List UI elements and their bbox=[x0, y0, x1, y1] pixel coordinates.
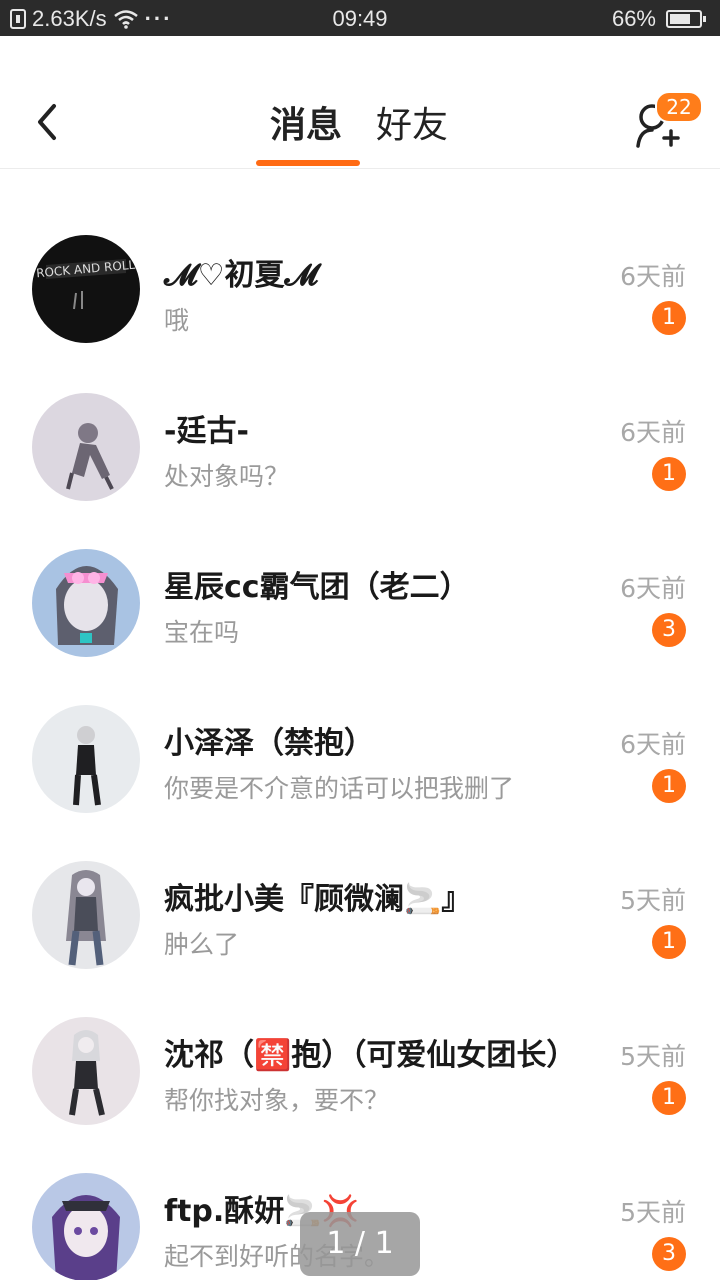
friend-request-badge: 22 bbox=[655, 91, 703, 123]
message-preview: 你要是不介意的话可以把我删了 bbox=[164, 774, 515, 803]
message-preview: 宝在吗 bbox=[164, 618, 240, 647]
contact-name: 疯批小美『顾微澜🚬』 bbox=[164, 882, 472, 917]
avatar bbox=[32, 705, 140, 813]
list-item[interactable]: ROCK AND ROLL 𝓜♡初夏𝓜 哦 6天前 1 bbox=[0, 205, 720, 361]
message-preview: 处对象吗？ bbox=[164, 462, 290, 491]
app-header: 消息 好友 22 bbox=[0, 36, 720, 169]
avatar: ROCK AND ROLL bbox=[32, 235, 140, 343]
list-item[interactable]: -廷古- 处对象吗？ 6天前 1 bbox=[0, 361, 720, 517]
status-bar: 2.63K/s ··· 09:49 66% bbox=[0, 0, 720, 36]
message-time: 6天前 bbox=[620, 574, 686, 603]
list-item[interactable]: 星辰cc霸气团（老二） 宝在吗 6天前 3 bbox=[0, 517, 720, 673]
active-tab-indicator bbox=[256, 160, 360, 166]
message-time: 5天前 bbox=[620, 886, 686, 915]
page-indicator: 1 / 1 bbox=[300, 1212, 420, 1276]
contact-name: 𝓜♡初夏𝓜 bbox=[164, 258, 319, 293]
contact-name: 沈祁（🈲抱）（可爱仙女团长） bbox=[164, 1038, 577, 1073]
avatar bbox=[32, 1017, 140, 1125]
unread-count-badge: 3 bbox=[652, 1237, 686, 1271]
unread-count-badge: 1 bbox=[652, 301, 686, 335]
tab-friends[interactable]: 好友 bbox=[376, 96, 448, 148]
unread-count-badge: 1 bbox=[652, 1081, 686, 1115]
message-time: 6天前 bbox=[620, 262, 686, 291]
list-item[interactable]: 小泽泽（禁抱） 你要是不介意的话可以把我删了 6天前 1 bbox=[0, 673, 720, 829]
contact-name: 小泽泽（禁抱） bbox=[164, 726, 374, 761]
avatar bbox=[32, 1173, 140, 1280]
message-time: 5天前 bbox=[620, 1198, 686, 1227]
list-item[interactable]: 沈祁（🈲抱）（可爱仙女团长） 帮你找对象，要不？ 5天前 1 bbox=[0, 985, 720, 1141]
unread-count-badge: 1 bbox=[652, 457, 686, 491]
battery-percent: 66% bbox=[611, 6, 656, 31]
unread-count-badge: 3 bbox=[652, 613, 686, 647]
list-item[interactable]: 疯批小美『顾微澜🚬』 肿么了 5天前 1 bbox=[0, 829, 720, 985]
battery-icon bbox=[666, 10, 706, 28]
avatar bbox=[32, 393, 140, 501]
message-preview: 肿么了 bbox=[164, 930, 240, 959]
tab-bar: 消息 好友 bbox=[0, 96, 720, 156]
message-preview: 帮你找对象，要不？ bbox=[164, 1086, 390, 1115]
avatar bbox=[32, 861, 140, 969]
message-list[interactable]: ROCK AND ROLL 𝓜♡初夏𝓜 哦 6天前 1 -廷古- 处对象吗？ 6… bbox=[0, 169, 720, 1280]
message-preview: 哦 bbox=[164, 306, 190, 335]
unread-count-badge: 1 bbox=[652, 925, 686, 959]
message-time: 6天前 bbox=[620, 730, 686, 759]
message-time: 5天前 bbox=[620, 1042, 686, 1071]
message-time: 6天前 bbox=[620, 418, 686, 447]
tab-messages[interactable]: 消息 bbox=[270, 96, 342, 148]
avatar bbox=[32, 549, 140, 657]
contact-name: 星辰cc霸气团（老二） bbox=[164, 570, 470, 605]
unread-count-badge: 1 bbox=[652, 769, 686, 803]
contact-name: -廷古- bbox=[164, 414, 249, 449]
